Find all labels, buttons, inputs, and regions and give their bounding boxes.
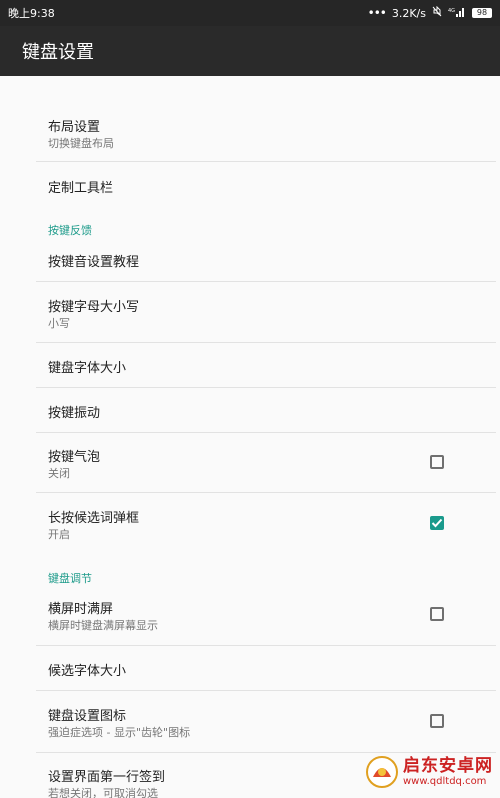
pref-vibration[interactable]: 按键振动 (4, 391, 496, 431)
checkmark-icon (431, 518, 443, 528)
pref-letter-case-title: 按键字母大小写 (48, 300, 140, 315)
pref-layout[interactable]: 布局设置 切换键盘布局 (4, 108, 496, 160)
signal-label: 4G (448, 8, 455, 14)
watermark-url: www.qdltdq.com (403, 775, 487, 787)
watermark-text: 启东安卓网 www.qdltdq.com (403, 757, 493, 787)
pref-sign-in-title: 设置界面第一行签到 (48, 770, 166, 785)
pref-fullscreen[interactable]: 横屏时满屏 横屏时键盘满屏幕显示 (4, 589, 496, 641)
pref-settings-icon-title: 键盘设置图标 (48, 709, 127, 724)
settings-icon-checkbox[interactable] (430, 714, 444, 728)
divider (36, 645, 496, 646)
divider (36, 161, 496, 162)
pref-settings-icon[interactable]: 键盘设置图标 强迫症选项 - 显示"齿轮"图标 (4, 696, 496, 748)
pref-candidate-font[interactable]: 候选字体大小 (4, 649, 496, 689)
pref-toolbar-title: 定制工具栏 (48, 181, 114, 196)
screen: 晚上9:38 ••• 3.2K/s 4G 98 键盘设置 布局设置 切换键盘布局… (0, 0, 500, 798)
mute-icon (432, 5, 442, 20)
more-dots-icon: ••• (367, 6, 387, 20)
pref-candidate-font-title: 候选字体大小 (48, 664, 127, 679)
pref-toolbar[interactable]: 定制工具栏 (4, 166, 496, 206)
pref-popup-title: 按键气泡 (48, 450, 101, 465)
divider (36, 432, 496, 433)
divider (36, 492, 496, 493)
pref-long-press-summary: 开启 (48, 528, 70, 541)
pref-fullscreen-summary: 横屏时键盘满屏幕显示 (48, 619, 158, 632)
long-press-checkbox[interactable] (430, 516, 444, 530)
pref-popup[interactable]: 按键气泡 关闭 (4, 438, 496, 490)
pref-settings-icon-summary: 强迫症选项 - 显示"齿轮"图标 (48, 726, 191, 739)
section-header-feedback: 按键反馈 (48, 224, 92, 237)
page-title: 键盘设置 (22, 42, 94, 63)
pref-layout-title: 布局设置 (48, 120, 101, 135)
fullscreen-checkbox[interactable] (430, 607, 444, 621)
network-speed: 3.2K/s (391, 6, 426, 20)
pref-vibration-title: 按键振动 (48, 406, 101, 421)
pref-long-press-title: 长按候选词弹框 (48, 511, 140, 526)
section-header-adjust: 键盘调节 (48, 572, 92, 585)
settings-list[interactable]: 布局设置 切换键盘布局 定制工具栏 按键反馈 按键音设置教程 按键字母大小写 小… (4, 76, 496, 798)
pref-letter-case-summary: 小写 (48, 317, 70, 330)
pref-layout-summary: 切换键盘布局 (48, 137, 114, 150)
status-bar: 晚上9:38 ••• 3.2K/s 4G 98 (0, 0, 500, 26)
pref-popup-summary: 关闭 (48, 467, 70, 480)
status-icons: ••• 3.2K/s 4G 98 (367, 5, 492, 20)
signal-icon: 4G (448, 6, 466, 20)
pref-sign-in-summary: 若想关闭，可取消勾选 (48, 787, 158, 798)
pref-letter-case[interactable]: 按键字母大小写 小写 (4, 288, 496, 340)
divider (36, 387, 496, 388)
pref-fullscreen-title: 横屏时满屏 (48, 602, 114, 617)
battery-level: 98 (476, 8, 488, 17)
pref-font-size-title: 键盘字体大小 (48, 361, 127, 376)
divider (36, 281, 496, 282)
divider (36, 690, 496, 691)
popup-checkbox[interactable] (430, 455, 444, 469)
watermark-logo-icon (366, 756, 398, 788)
pref-font-size[interactable]: 键盘字体大小 (4, 346, 496, 386)
watermark-logo: 启东安卓网 www.qdltdq.com (365, 746, 500, 798)
app-bar: 键盘设置 (0, 26, 500, 76)
pref-long-press[interactable]: 长按候选词弹框 开启 (4, 499, 496, 551)
battery-icon: 98 (472, 8, 492, 18)
divider (36, 342, 496, 343)
status-time: 晚上9:38 (8, 7, 55, 20)
pref-sound-tutorial[interactable]: 按键音设置教程 (4, 242, 496, 280)
pref-sound-tutorial-title: 按键音设置教程 (48, 255, 140, 270)
watermark-name: 启东安卓网 (403, 756, 493, 777)
